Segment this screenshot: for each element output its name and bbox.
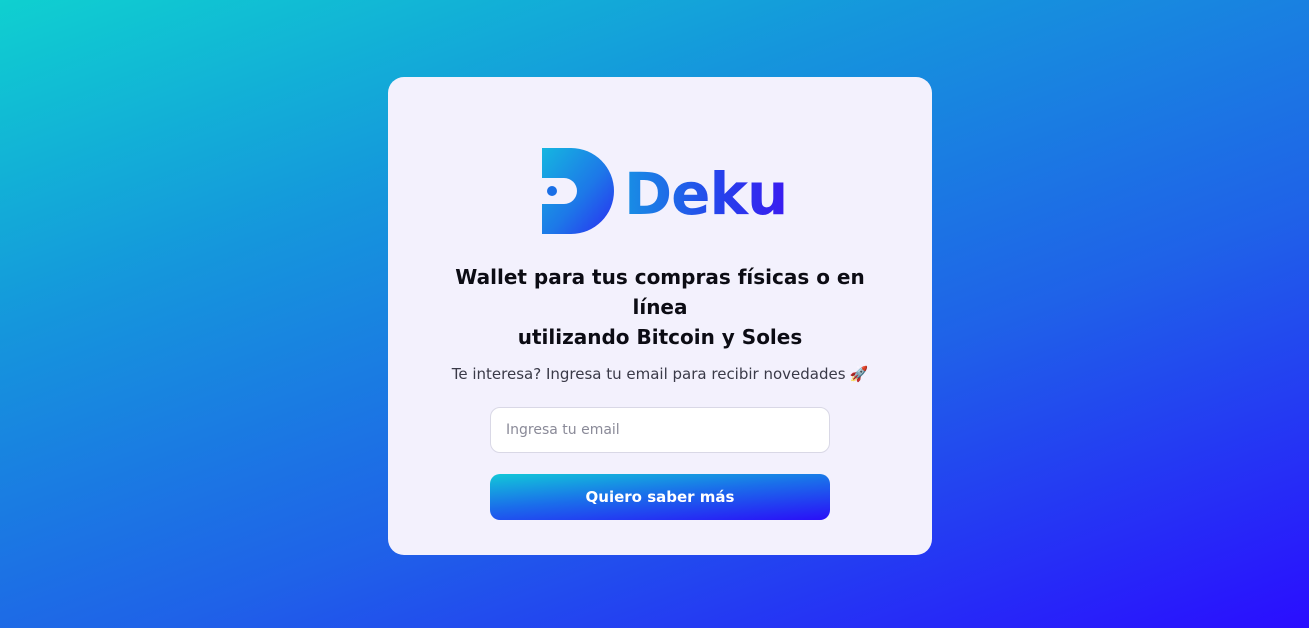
signup-prompt: Te interesa? Ingresa tu email para recib… [408, 363, 912, 385]
email-input[interactable] [490, 407, 830, 453]
headline-line-2: utilizando Bitcoin y Soles [517, 325, 803, 349]
brand-logo: Deku [542, 148, 788, 234]
deku-d-logo-icon [542, 148, 614, 234]
page-headline: Wallet para tus compras físicas o en lín… [428, 262, 892, 352]
rocket-icon: 🚀 [849, 365, 869, 383]
signup-card: Deku Wallet para tus compras físicas o e… [388, 77, 932, 555]
brand-name: Deku [624, 160, 788, 228]
subscribe-button[interactable]: Quiero saber más [490, 474, 830, 520]
signup-prompt-text: Te interesa? Ingresa tu email para recib… [451, 365, 846, 383]
headline-line-1: Wallet para tus compras físicas o en lín… [455, 265, 865, 319]
